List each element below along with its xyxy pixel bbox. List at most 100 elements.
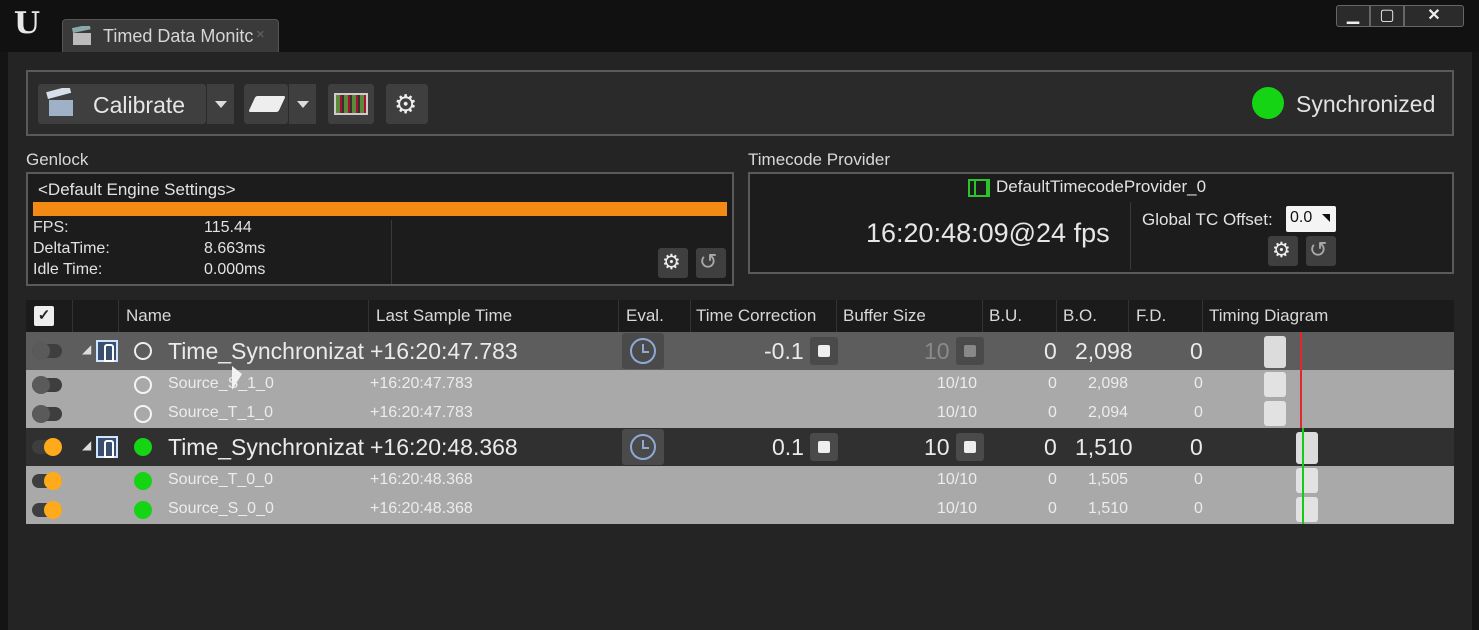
time-correction-value[interactable]: 0.1 [772, 434, 804, 461]
status-ring-icon [134, 376, 152, 394]
genlock-settings-button[interactable]: ⚙ [658, 248, 688, 278]
divider [1130, 202, 1131, 270]
calibrate-label: Calibrate [93, 92, 186, 118]
source-name: Source_S_0_0 [168, 500, 274, 517]
edit-icon[interactable] [956, 337, 984, 365]
status-dot-icon [134, 501, 152, 519]
reset-icon: ↺ [1309, 237, 1328, 262]
divider [391, 220, 392, 284]
header-name[interactable]: Name [126, 306, 171, 326]
enable-toggle[interactable] [32, 438, 62, 456]
synchronized-status-dot [1252, 87, 1284, 119]
timecode-settings-button[interactable]: ⚙ [1268, 236, 1298, 266]
source-name: Source_S_1_0 [168, 375, 274, 392]
bo-value: 2,098 [1088, 375, 1129, 392]
unreal-logo-icon: U [8, 6, 46, 44]
toolbar: Calibrate ⚙ Synchronized [26, 70, 1454, 136]
timecode-reset-button[interactable]: ↺ [1306, 236, 1336, 266]
synchronized-status-label: Synchronized [1296, 91, 1436, 117]
buffer-size-value: 10/10 [937, 375, 978, 392]
delta-time-value: 8.663ms [204, 240, 266, 257]
enable-toggle[interactable] [32, 472, 62, 490]
last-sample-time: +16:20:48.368 [370, 434, 518, 460]
maximize-button[interactable]: ▢ [1370, 5, 1404, 27]
close-button[interactable]: ✕ [1404, 5, 1464, 27]
timing-buffer-box [1264, 336, 1286, 368]
header-fd[interactable]: F.D. [1136, 306, 1166, 326]
divider [690, 300, 691, 332]
header-last-sample-time[interactable]: Last Sample Time [376, 306, 512, 326]
person-icon [96, 436, 118, 458]
header-timing-diagram[interactable]: Timing Diagram [1209, 306, 1328, 326]
header-buffer-size[interactable]: Buffer Size [843, 306, 926, 326]
global-tc-offset-label: Global TC Offset: [1142, 210, 1273, 229]
buffer-size-value: 10/10 [937, 471, 978, 488]
header-bo[interactable]: B.O. [1063, 306, 1097, 326]
fps-value: 115.44 [204, 219, 252, 236]
settings-button[interactable]: ⚙ [386, 84, 428, 124]
timecode-provider-name: DefaultTimecodeProvider_0 [996, 177, 1207, 196]
evaluation-button[interactable] [622, 333, 664, 369]
bu-value: 0 [1044, 338, 1057, 364]
enable-toggle[interactable] [32, 342, 62, 360]
mouse-cursor-icon [232, 366, 242, 390]
header-bu[interactable]: B.U. [989, 306, 1022, 326]
table-row[interactable]: Source_S_0_0 +16:20:48.368 10/10 0 1,510… [26, 495, 1454, 524]
eraser-icon [248, 96, 286, 112]
divider [1056, 300, 1057, 332]
eraser-dropdown-button[interactable] [288, 84, 316, 124]
film-icon [968, 179, 990, 197]
tab-close-icon[interactable]: × [256, 26, 265, 43]
last-sample-time: +16:20:48.368 [370, 471, 473, 488]
group-name: Time_Synchronizat [168, 434, 365, 460]
tab-timed-data-monitor[interactable]: Timed Data Monitc × [62, 19, 279, 52]
global-tc-offset-input[interactable]: 0.0 [1286, 206, 1336, 232]
timecode-section-title: Timecode Provider [748, 150, 891, 169]
table-row[interactable]: Source_T_1_0 +16:20:47.783 10/10 0 2,094… [26, 399, 1454, 428]
header-time-correction[interactable]: Time Correction [696, 306, 816, 326]
header-eval[interactable]: Eval. [626, 306, 664, 326]
title-bar: U Timed Data Monitc × ▁ ▢ ✕ [0, 0, 1479, 52]
edit-icon[interactable] [810, 337, 838, 365]
enable-toggle[interactable] [32, 405, 62, 423]
genlock-name: <Default Engine Settings> [38, 180, 236, 199]
time-correction-value[interactable]: -0.1 [764, 338, 804, 365]
timing-marker [1300, 370, 1302, 399]
evaluation-button[interactable] [622, 429, 664, 465]
enable-toggle[interactable] [32, 376, 62, 394]
buffer-size-value: 10/10 [937, 500, 978, 517]
genlock-reset-button[interactable]: ↺ [696, 248, 726, 278]
window-controls: ▁ ▢ ✕ [1336, 5, 1466, 29]
calibrate-button[interactable]: Calibrate [38, 84, 206, 124]
reset-errors-button[interactable] [244, 84, 288, 124]
calibrate-dropdown-button[interactable] [206, 84, 234, 124]
minimize-button[interactable]: ▁ [1336, 5, 1370, 27]
idle-time-label: Idle Time: [33, 261, 103, 278]
status-ring-icon [134, 405, 152, 423]
bo-value: 1,510 [1088, 500, 1129, 517]
reset-icon: ↺ [699, 249, 718, 274]
timing-buffer-box [1264, 372, 1286, 397]
bu-value: 0 [1048, 375, 1057, 392]
divider [618, 300, 619, 332]
buffer-size-value[interactable]: 10 [924, 434, 950, 461]
edit-icon[interactable] [810, 433, 838, 461]
enable-toggle[interactable] [32, 501, 62, 519]
genlock-section-title: Genlock [26, 150, 89, 169]
expand-arrow-icon[interactable]: ◢ [82, 342, 91, 356]
timing-buffer-box [1296, 468, 1318, 493]
table-row-group[interactable]: ◢ Time_Synchronizat +16:20:48.368 0.1 10… [26, 428, 1454, 466]
select-all-checkbox[interactable]: ✓ [34, 306, 54, 326]
timecode-panel: DefaultTimecodeProvider_0 16:20:48:09@24… [748, 172, 1454, 274]
divider [982, 300, 983, 332]
fd-value: 0 [1194, 471, 1203, 488]
edit-icon[interactable] [956, 433, 984, 461]
expand-arrow-icon[interactable]: ◢ [82, 438, 91, 452]
timed-data-table: ✓ Name Last Sample Time Eval. Time Corre… [26, 300, 1454, 526]
buffer-size-value[interactable]: 10 [924, 338, 950, 365]
table-row[interactable]: Source_T_0_0 +16:20:48.368 10/10 0 1,505… [26, 466, 1454, 495]
table-row-group[interactable]: ◢ Time_Synchronizat +16:20:47.783 -0.1 1… [26, 332, 1454, 370]
timecode-grid-button[interactable] [328, 84, 374, 124]
timing-marker [1300, 399, 1302, 428]
fd-value: 0 [1194, 375, 1203, 392]
